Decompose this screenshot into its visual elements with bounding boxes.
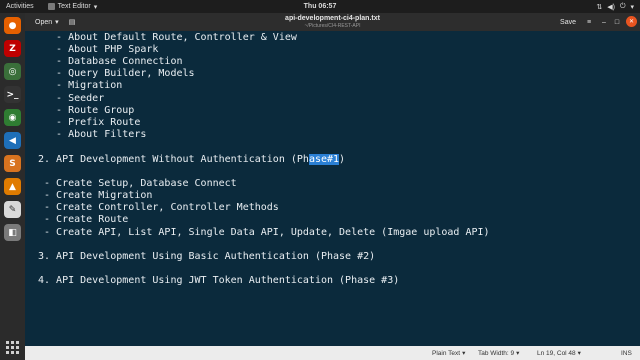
top-bar: Activities Text Editor ▾ Thu 06:57 ⇅ ◀) … xyxy=(0,0,640,13)
close-icon: ✕ xyxy=(628,19,635,25)
disk-icon[interactable]: ◎ xyxy=(4,63,21,80)
editor-line: - Create Migration xyxy=(38,190,153,201)
chevron-down-icon: ▾ xyxy=(462,350,466,357)
editor-line: - Seeder xyxy=(38,93,105,104)
insert-mode[interactable]: INS xyxy=(621,350,632,357)
chevron-down-icon: ▾ xyxy=(516,350,520,357)
tab-width-label: Tab Width: 9 xyxy=(478,349,515,357)
editor-line: - Create Route xyxy=(38,214,129,225)
dock: ● Z ◎ >_ ◉ ◀ S ▲ ✎ ◧ xyxy=(0,13,25,360)
minimize-button[interactable]: – xyxy=(598,16,610,28)
sublime-icon[interactable]: S xyxy=(4,155,21,172)
tab-width-selector[interactable]: Tab Width: 9 ▾ xyxy=(478,349,520,358)
document-title: api-development-ci4-plan.txt xyxy=(285,15,380,22)
text-editor-app-icon xyxy=(47,3,55,10)
document-path: ~/Pictures/CI4-REST-API xyxy=(304,23,361,29)
editor-line: - Database Connection xyxy=(38,56,183,67)
minimize-icon: – xyxy=(602,18,606,26)
editor-line: 2. API Development Without Authenticatio… xyxy=(38,154,346,165)
editor-line: - Prefix Route xyxy=(38,117,141,128)
hamburger-menu-button[interactable]: ≡ xyxy=(583,16,595,28)
editor-line: - Create Setup, Database Connect xyxy=(38,178,237,189)
header-bar: Open ▾ ▤ api-development-ci4-plan.txt ~/… xyxy=(25,13,640,31)
chevron-down-icon: ▾ xyxy=(93,3,98,11)
editor-line: - About PHP Spark xyxy=(38,44,159,55)
power-icon: ⏻ xyxy=(619,2,626,10)
text-editor-icon[interactable]: ✎ xyxy=(4,201,21,218)
filezilla-icon[interactable]: Z xyxy=(4,40,21,57)
cursor-position-label: Ln 19, Col 48 xyxy=(537,349,576,357)
syntax-label: Plain Text xyxy=(432,349,461,357)
chevron-down-icon: ▾ xyxy=(630,3,634,11)
maximize-icon: □ xyxy=(614,18,620,26)
show-applications-icon[interactable] xyxy=(4,339,21,356)
activities-button[interactable]: Activities xyxy=(6,3,34,10)
new-document-icon: ▤ xyxy=(68,19,76,26)
window-title: api-development-ci4-plan.txt ~/Pictures/… xyxy=(285,15,380,29)
app-menu[interactable]: Text Editor ▾ xyxy=(47,3,98,11)
text-editor-area[interactable]: - About Default Route, Controller & View… xyxy=(25,31,640,346)
syntax-selector[interactable]: Plain Text ▾ xyxy=(432,349,466,358)
vlc-icon[interactable]: ▲ xyxy=(4,178,21,195)
vscode-icon[interactable]: ◀ xyxy=(4,132,21,149)
save-button[interactable]: Save xyxy=(556,16,580,28)
apps-manager-icon[interactable]: ◧ xyxy=(4,224,21,241)
volume-icon: ◀) xyxy=(607,3,615,11)
editor-line: - About Filters xyxy=(38,129,147,140)
clock[interactable]: Thu 06:57 xyxy=(304,3,337,10)
close-button[interactable]: ✕ xyxy=(626,16,637,27)
maximize-button[interactable]: □ xyxy=(611,16,623,28)
chevron-down-icon: ▾ xyxy=(55,19,59,26)
terminal-icon[interactable]: >_ xyxy=(4,86,21,103)
selected-text: ase#1 xyxy=(308,154,340,165)
app-menu-label: Text Editor xyxy=(57,3,91,10)
system-tray[interactable]: ⇅ ◀) ⏻ ▾ xyxy=(596,3,634,11)
network-icon: ⇅ xyxy=(596,3,603,11)
editor-line: 4. API Development Using JWT Token Authe… xyxy=(38,275,400,286)
editor-line: - Create Controller, Controller Methods xyxy=(38,202,279,213)
editor-line: 3. API Development Using Basic Authentic… xyxy=(38,251,376,262)
editor-line: - About Default Route, Controller & View xyxy=(38,32,297,43)
editor-line: - Migration xyxy=(38,80,123,91)
editor-line: - Route Group xyxy=(38,105,135,116)
cursor-position[interactable]: Ln 19, Col 48 ▾ xyxy=(537,349,581,358)
new-document-button[interactable]: ▤ xyxy=(66,16,78,28)
editor-line: - Query Builder, Models xyxy=(38,68,195,79)
chevron-down-icon: ▾ xyxy=(577,350,581,357)
open-button-label: Open xyxy=(35,18,53,26)
editor-line: - Create API, List API, Single Data API,… xyxy=(38,227,490,238)
hamburger-icon: ≡ xyxy=(586,18,592,26)
chrome-icon[interactable]: ◉ xyxy=(4,109,21,126)
firefox-icon[interactable]: ● xyxy=(4,17,21,34)
open-button[interactable]: Open ▾ xyxy=(30,16,64,28)
status-bar: Plain Text ▾ Tab Width: 9 ▾ Ln 19, Col 4… xyxy=(25,346,640,360)
